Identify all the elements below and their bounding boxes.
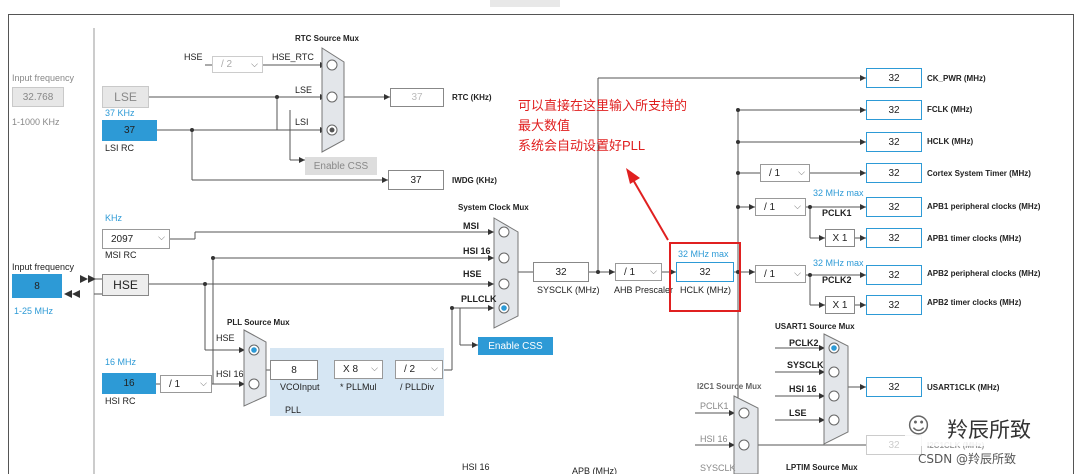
- pll-vco-label: VCOInput: [280, 382, 320, 392]
- sysclk-mux-hse-label: HSE: [463, 269, 482, 279]
- wechat-icon: ☺: [907, 414, 930, 439]
- bottom-hsi-label: HSI 16: [462, 462, 490, 472]
- pll-mux-hsi-label: HSI 16: [216, 369, 244, 379]
- pll-mux-hse-label: HSE: [216, 333, 235, 343]
- apb1-max-label: 32 MHz max: [813, 188, 864, 198]
- pll-source-mux-shape: [243, 329, 267, 407]
- watermark-badge: ☺ 羚辰所致: [905, 410, 1065, 446]
- hclk-highlight-box: [669, 242, 741, 312]
- msi-unit-label: KHz: [105, 213, 123, 223]
- fclk-field: 32: [866, 100, 922, 120]
- annotation-text: 可以直接在这里输入所支持的 最大数值 系统会自动设置好PLL: [518, 98, 688, 153]
- apb1-timer-field: 32: [866, 228, 922, 248]
- lse-box[interactable]: LSE: [102, 86, 149, 108]
- iwdg-output-field: 37: [388, 170, 444, 190]
- lsi-freq-label: 37 KHz: [105, 108, 135, 118]
- csdn-watermark: CSDN @羚辰所致: [918, 452, 1017, 466]
- usart1-sysclk-label: SYSCLK: [787, 360, 824, 370]
- ahb-prescaler-select[interactable]: / 1 ⌵: [615, 263, 662, 281]
- apb2-timer-field: 32: [866, 295, 922, 315]
- rtc-mux-hse-label: HSE: [184, 52, 203, 62]
- hse-input-range: 1-25 MHz: [14, 306, 54, 316]
- enable-css-top-button[interactable]: Enable CSS: [305, 157, 377, 175]
- pclk2-label: PCLK2: [822, 275, 852, 285]
- pll-div-select[interactable]: / 2 ⌵: [395, 360, 443, 379]
- apb1-periph-field: 32: [866, 197, 922, 217]
- sysclk-mux-msi-label: MSI: [463, 221, 480, 231]
- lsi-rc-caption: LSI RC: [105, 143, 135, 153]
- sysclk-mux-pllclk-label: PLLCLK: [461, 294, 497, 304]
- sysclk-label: SYSCLK (MHz): [537, 285, 600, 295]
- apb1-timer-label: APB1 timer clocks (MHz): [927, 234, 1022, 243]
- usart1-lse-label: LSE: [789, 408, 807, 418]
- annotation-arrow: [626, 168, 669, 241]
- rtc-output-field: 37: [390, 88, 444, 107]
- usart1-mux-title: USART1 Source Mux: [775, 322, 855, 331]
- rtc-output-label: RTC (KHz): [452, 93, 492, 102]
- pll-caption: PLL: [285, 405, 302, 415]
- pll-mul-label: * PLLMul: [340, 382, 377, 392]
- i2c1-hsi-label: HSI 16: [700, 434, 728, 444]
- lse-input-range: 1-1000 KHz: [12, 117, 60, 127]
- usart1-clk-label: USART1CLK (MHz): [927, 383, 1000, 392]
- i2c1-pclk1-label: PCLK1: [700, 401, 729, 411]
- apb2-prescaler-select[interactable]: / 1 ⌵: [755, 265, 806, 283]
- usart1-pclk2-label: PCLK2: [789, 338, 819, 348]
- pll-vco-input-field: 8: [270, 360, 318, 380]
- lptim-mux-title: LPTIM Source Mux: [786, 463, 858, 472]
- hclk-out-label: HCLK (MHz): [927, 137, 974, 146]
- bottom-apb-label: APB (MHz): [572, 466, 617, 474]
- hclk-out-field: 32: [866, 132, 922, 152]
- apb1-timer-mul: X 1: [825, 229, 855, 247]
- apb2-periph-label: APB2 peripheral clocks (MHz): [927, 269, 1041, 278]
- apb1-prescaler-select[interactable]: / 1 ⌵: [755, 198, 806, 216]
- hse-rtc-div-select[interactable]: / 2 ⌵: [212, 56, 263, 73]
- rtc-mux-lse-label: LSE: [295, 85, 313, 95]
- cortex-timer-div-select[interactable]: / 1 ⌵: [760, 164, 810, 182]
- pll-mul-select[interactable]: X 8 ⌵: [334, 360, 383, 379]
- pclk1-label: PCLK1: [822, 208, 852, 218]
- hsi-rc-box: 16: [102, 373, 156, 394]
- cortex-timer-field: 32: [866, 163, 922, 183]
- rtc-mux-title: RTC Source Mux: [295, 34, 360, 43]
- hse-input-freq-label: Input frequency: [12, 262, 75, 272]
- rtc-mux-hse-rtc-label: HSE_RTC: [272, 52, 314, 62]
- lse-input-freq-field: 32.768: [12, 87, 64, 107]
- apb2-max-label: 32 MHz max: [813, 258, 864, 268]
- ahb-prescaler-label: AHB Prescaler: [614, 285, 674, 295]
- apb2-timer-mul: X 1: [825, 296, 855, 314]
- usart1-clk-field: 32: [866, 377, 922, 397]
- i2c1-mux-shape: [733, 395, 759, 474]
- ck-pwr-label: CK_PWR (MHz): [927, 74, 986, 83]
- i2c1-sysclk-label: SYSCLK: [700, 463, 736, 473]
- msi-rc-caption: MSI RC: [105, 250, 137, 260]
- hsi-freq-label: 16 MHz: [105, 357, 137, 367]
- usart1-hsi-label: HSI 16: [789, 384, 817, 394]
- cortex-timer-label: Cortex System Timer (MHz): [927, 169, 1031, 178]
- watermark-brand: 羚辰所致: [947, 418, 1031, 442]
- iwdg-output-label: IWDG (KHz): [452, 176, 497, 185]
- pll-mux-title: PLL Source Mux: [227, 318, 290, 327]
- lse-input-freq-label: Input frequency: [12, 73, 75, 83]
- sysclk-field: 32: [533, 262, 589, 282]
- hse-box[interactable]: HSE: [102, 274, 149, 296]
- apb2-periph-field: 32: [866, 265, 922, 285]
- hsi-rc-caption: HSI RC: [105, 396, 136, 406]
- ck-pwr-field: 32: [866, 68, 922, 88]
- msi-range-select[interactable]: 2097 ⌵: [102, 229, 170, 249]
- apb1-periph-label: APB1 peripheral clocks (MHz): [927, 202, 1041, 211]
- pll-div-label: / PLLDiv: [400, 382, 435, 392]
- enable-css-main-button[interactable]: Enable CSS: [478, 337, 553, 355]
- hsi-div-select[interactable]: / 1 ⌵: [160, 375, 212, 393]
- sysclk-mux-title: System Clock Mux: [458, 203, 529, 212]
- fclk-label: FCLK (MHz): [927, 105, 973, 114]
- lsi-rc-box: 37: [102, 120, 157, 141]
- i2c1-mux-title: I2C1 Source Mux: [697, 382, 762, 391]
- hse-input-freq-field[interactable]: 8: [12, 274, 62, 298]
- rtc-mux-lsi-label: LSI: [295, 117, 309, 127]
- sysclk-mux-hsi-label: HSI 16: [463, 246, 491, 256]
- apb2-timer-label: APB2 timer clocks (MHz): [927, 298, 1022, 307]
